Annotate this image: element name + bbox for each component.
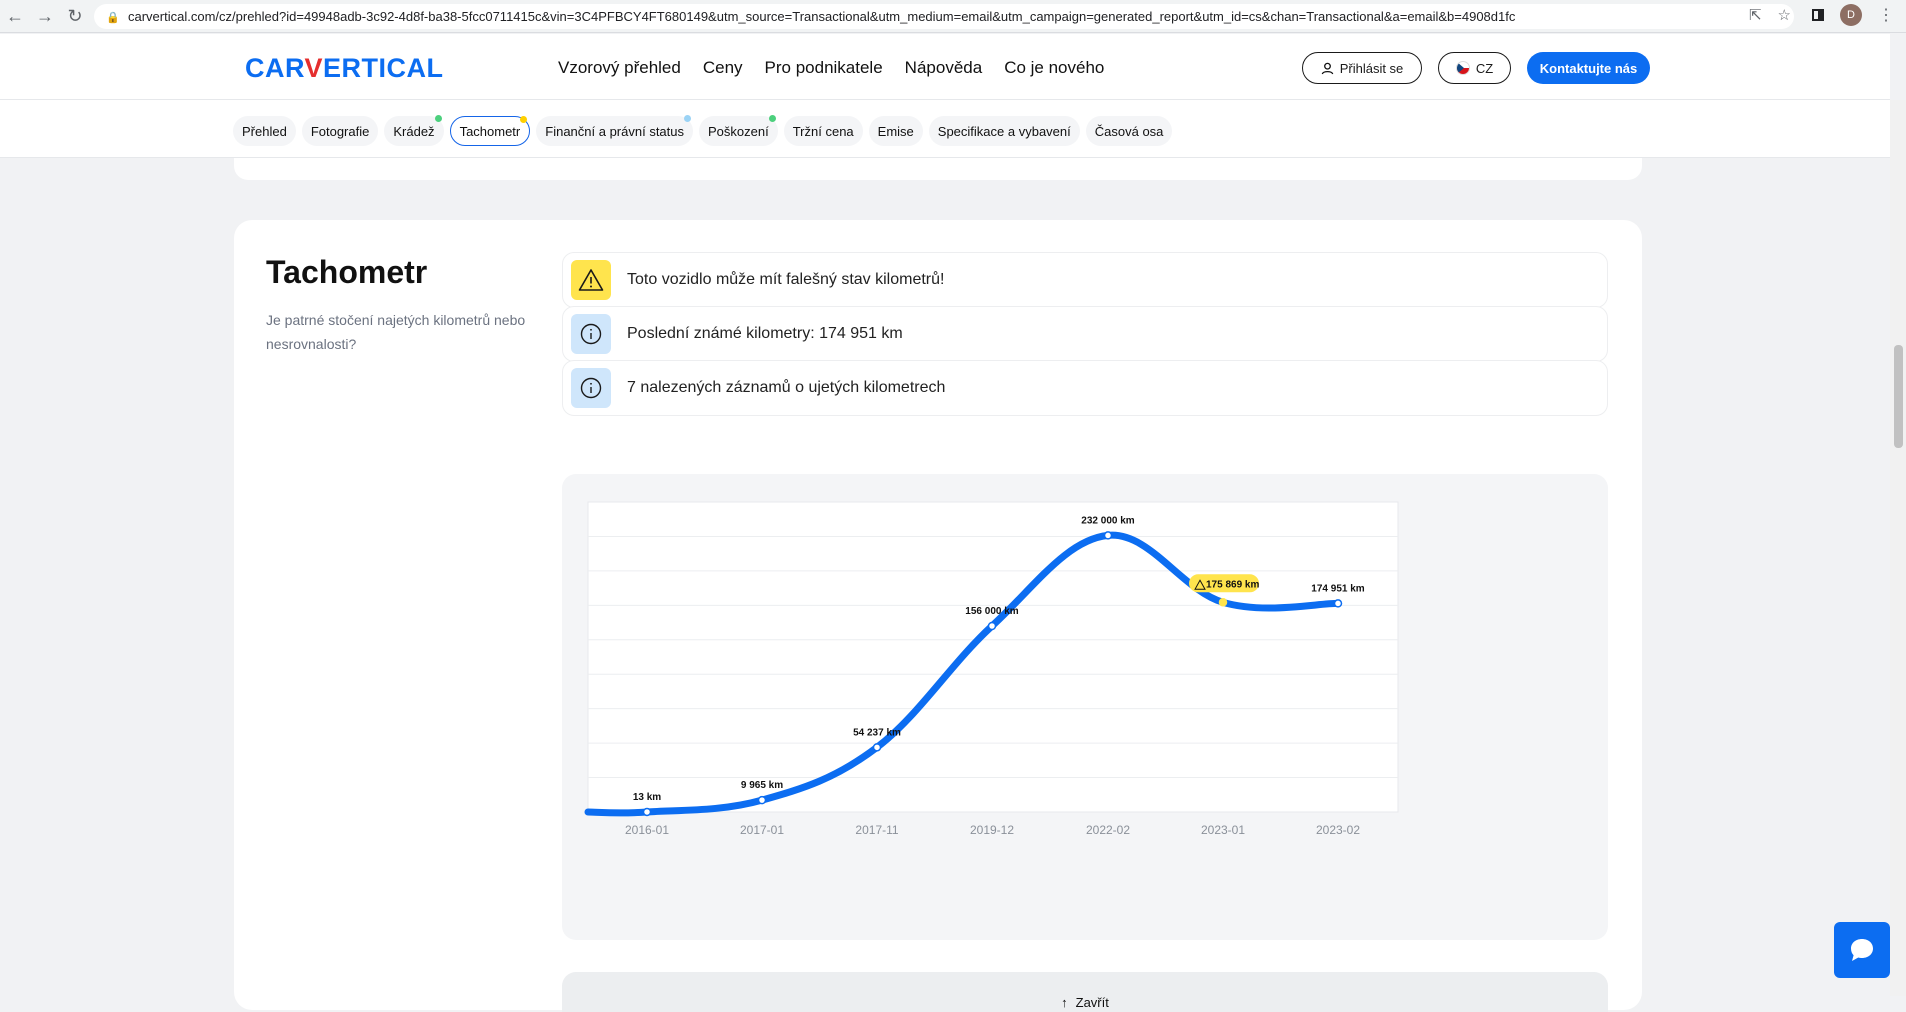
sidepanel-icon[interactable] (1812, 9, 1824, 21)
browser-toolbar: ← → ↻ 🔒 carvertical.com/cz/prehled?id=49… (0, 0, 1906, 33)
nav-help[interactable]: Nápověda (905, 58, 983, 78)
x-tick-label: 2019-12 (970, 823, 1014, 837)
user-icon (1321, 62, 1333, 74)
scrollbar-thumb[interactable] (1894, 345, 1903, 448)
back-icon[interactable]: ← (0, 1, 30, 31)
address-bar[interactable]: 🔒 carvertical.com/cz/prehled?id=49948adb… (94, 4, 1794, 29)
nav-sample-report[interactable]: Vzorový přehled (558, 58, 681, 78)
tab-1[interactable]: Fotografie (301, 116, 379, 146)
data-point (1103, 531, 1113, 540)
info-icon (571, 314, 611, 354)
tab-label: Emise (877, 123, 914, 139)
data-label: 13 km (633, 792, 661, 803)
login-button[interactable]: Přihlásit se (1302, 52, 1422, 84)
section-title: Tachometr (266, 254, 428, 290)
chat-bubble-icon (1851, 939, 1873, 961)
nav-pricing[interactable]: Ceny (703, 58, 743, 78)
tab-7[interactable]: Emise (868, 116, 923, 146)
tab-label: Specifikace a vybavení (937, 123, 1071, 139)
tab-label: Fotografie (310, 123, 370, 139)
bookmark-star-icon[interactable]: ☆ (1778, 6, 1791, 24)
tab-6[interactable]: Tržní cena (783, 116, 863, 146)
data-label: 175 869 km (1206, 579, 1259, 590)
alert-text: Toto vozidlo může mít falešný stav kilom… (627, 271, 945, 288)
arrow-up-icon: ↑ (1061, 995, 1068, 1010)
warning-icon (571, 260, 611, 300)
lock-icon: 🔒 (106, 11, 120, 24)
contact-button[interactable]: Kontaktujte nás (1527, 52, 1650, 84)
chat-button[interactable] (1834, 922, 1890, 978)
tab-3[interactable]: Tachometr (449, 116, 531, 146)
data-label: 9 965 km (741, 780, 783, 791)
x-tick-label: 2023-02 (1316, 823, 1360, 837)
data-label: 232 000 km (1081, 515, 1134, 526)
data-point (872, 743, 882, 752)
share-icon[interactable]: ⇱ (1749, 6, 1762, 24)
language-label: CZ (1475, 60, 1494, 76)
data-point (1333, 599, 1343, 608)
x-tick-label: 2023-01 (1201, 823, 1245, 837)
previous-section-card (234, 158, 1642, 180)
mileage-chart-svg: 13 km 2016-01 9 965 km 2017-01 54 237 km 2017… (584, 501, 1399, 837)
close-label: Zavřít (1075, 995, 1109, 1010)
tab-2[interactable]: Krádež (384, 115, 444, 146)
tab-5[interactable]: Poškození (699, 115, 778, 146)
page-scrollbar[interactable] (1890, 100, 1906, 996)
forward-icon[interactable]: → (30, 1, 60, 31)
data-label: 174 951 km (1311, 583, 1364, 594)
records-found-info: 7 nalezených záznamů o ujetých kilometre… (562, 360, 1608, 416)
info-text: Poslední známé kilometry: 174 951 km (627, 325, 903, 342)
profile-avatar[interactable]: D (1840, 4, 1862, 26)
tab-label: Tachometr (459, 123, 521, 139)
odometer-rollback-alert: Toto vozidlo může mít falešný stav kilom… (562, 252, 1608, 308)
tab-label: Přehled (242, 123, 287, 139)
tab-label: Poškození (708, 123, 769, 139)
mileage-chart: 13 km 2016-01 9 965 km 2017-01 54 237 km 2017… (562, 474, 1608, 940)
x-tick-label: 2016-01 (625, 823, 669, 837)
x-tick-label: 2022-02 (1086, 823, 1130, 837)
data-point (987, 621, 997, 631)
data-label: 156 000 km (965, 606, 1018, 617)
status-dot (434, 115, 442, 122)
url-text: carvertical.com/cz/prehled?id=49948adb-3… (128, 9, 1516, 24)
tab-8[interactable]: Specifikace a vybavení (928, 116, 1080, 146)
carvertical-logo[interactable]: CARVERTICAL (245, 53, 444, 84)
menu-kebab-icon[interactable]: ⋮ (1878, 5, 1894, 25)
close-button[interactable]: ↑ Zavřít (562, 972, 1608, 1012)
tab-label: Finanční a právní status (545, 123, 685, 139)
tab-label: Krádež (393, 123, 435, 139)
tab-label: Časová osa (1094, 123, 1164, 139)
main-nav: Vzorový přehled Ceny Pro podnikatele Náp… (558, 58, 1104, 78)
data-point (1218, 598, 1228, 607)
tab-9[interactable]: Časová osa (1085, 116, 1173, 146)
tab-4[interactable]: Finanční a právní status (536, 115, 694, 146)
last-known-mileage-info: Poslední známé kilometry: 174 951 km (562, 306, 1608, 362)
report-section-tabs: Přehled Fotografie Krádež Tachometr Finanční… (0, 100, 1890, 158)
info-text: 7 nalezených záznamů o ujetých kilometre… (627, 379, 946, 396)
nav-whats-new[interactable]: Co je nového (1004, 58, 1104, 78)
tab-0[interactable]: Přehled (233, 116, 296, 146)
status-dot (768, 115, 776, 122)
odometer-section: Tachometr Je patrné stočení najetých kil… (234, 220, 1642, 1012)
x-tick-label: 2017-01 (740, 823, 784, 837)
data-point (757, 795, 767, 805)
x-tick-label: 2017-11 (855, 823, 898, 837)
czech-flag-icon (1455, 61, 1470, 75)
tab-label: Tržní cena (792, 123, 854, 139)
status-dot (520, 116, 528, 123)
info-icon (571, 368, 611, 408)
reload-icon[interactable]: ↻ (60, 1, 90, 31)
data-point (642, 807, 652, 817)
data-label: 54 237 km (853, 727, 901, 738)
site-header: CARVERTICAL Vzorový přehled Ceny Pro pod… (0, 34, 1890, 100)
section-subtitle: Je patrné stočení najetých kilometrů neb… (266, 312, 526, 352)
nav-business[interactable]: Pro podnikatele (765, 58, 883, 78)
language-button[interactable]: CZ (1438, 52, 1511, 84)
plot-area (587, 501, 1399, 813)
login-label: Přihlásit se (1339, 60, 1404, 76)
status-dot (684, 115, 692, 122)
